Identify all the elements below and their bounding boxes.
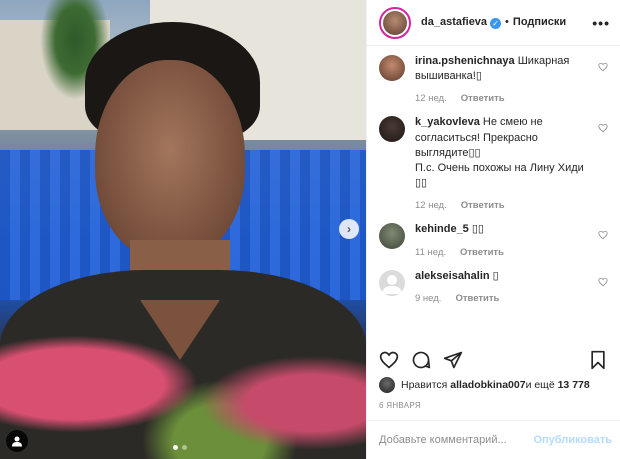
- liker-avatar[interactable]: [379, 377, 395, 393]
- photo-face: [95, 60, 245, 260]
- like-heart-icon[interactable]: [379, 350, 399, 370]
- user-icon: [12, 436, 22, 447]
- carousel-dot: [173, 445, 178, 450]
- publish-button[interactable]: Опубликовать: [533, 434, 612, 446]
- likes-count[interactable]: 13 778: [558, 379, 590, 391]
- reply-button[interactable]: Ответить: [461, 199, 505, 212]
- comment-item: k_yakovleva Не смею не согласиться! Прек…: [379, 115, 608, 212]
- commenter-username[interactable]: irina.pshenichnaya: [415, 55, 515, 67]
- carousel-dots: [173, 445, 187, 450]
- post-header: da_astafieva ✓ • Подписки •••: [367, 0, 620, 46]
- comment-input[interactable]: [379, 434, 534, 446]
- commenter-username[interactable]: k_yakovleva: [415, 116, 480, 128]
- liker-username[interactable]: alladobkina007: [450, 379, 525, 391]
- following-button[interactable]: Подписки: [513, 16, 566, 28]
- default-avatar-icon: [382, 274, 402, 294]
- heart-icon[interactable]: [598, 62, 608, 72]
- header-separator: •: [505, 16, 509, 28]
- commenter-avatar[interactable]: [379, 116, 405, 143]
- comment-time[interactable]: 12 нед.: [415, 92, 447, 105]
- author-info: da_astafieva ✓ • Подписки: [421, 16, 566, 29]
- next-photo-button[interactable]: ›: [339, 219, 359, 239]
- comment-text: ▯: [492, 269, 499, 282]
- comment-time[interactable]: 12 нед.: [415, 199, 447, 212]
- heart-icon[interactable]: [598, 123, 608, 133]
- more-options-icon[interactable]: •••: [592, 15, 610, 31]
- comment-item: kehinde_5 ▯▯ 11 нед. Ответить: [379, 222, 608, 258]
- comment-text: ▯▯: [471, 223, 484, 236]
- likes-prefix: Нравится: [401, 379, 448, 391]
- comment-icon[interactable]: [411, 350, 431, 370]
- commenter-username[interactable]: kehinde_5: [415, 223, 469, 235]
- bookmark-icon[interactable]: [588, 350, 608, 370]
- author-username[interactable]: da_astafieva: [421, 16, 487, 28]
- comment-item: alekseisahalin ▯ 9 нед. Ответить: [379, 269, 608, 305]
- reply-button[interactable]: Ответить: [455, 292, 499, 305]
- commenter-avatar[interactable]: [379, 223, 405, 250]
- likes-summary: Нравится alladobkina007 и ещё 13 778: [379, 377, 612, 393]
- author-avatar[interactable]: [379, 6, 411, 39]
- likes-middle: и ещё: [525, 379, 555, 391]
- commenter-username[interactable]: alekseisahalin: [415, 270, 490, 282]
- carousel-dot: [182, 445, 187, 450]
- verified-badge-icon: ✓: [490, 18, 502, 29]
- post-date[interactable]: 6 ЯНВАРЯ: [379, 401, 421, 410]
- tagged-users-button[interactable]: [6, 430, 28, 452]
- post-photo[interactable]: [0, 0, 366, 459]
- comment-time[interactable]: 9 нед.: [415, 292, 441, 305]
- reply-button[interactable]: Ответить: [460, 246, 504, 259]
- paper-plane-icon[interactable]: [443, 350, 463, 370]
- post-actions: [379, 345, 608, 375]
- photo-embroidered-shirt: [0, 270, 366, 459]
- commenter-avatar[interactable]: [379, 55, 405, 81]
- comments-list[interactable]: irina.pshenichnaya Шикарная вышиванка!▯ …: [367, 46, 620, 336]
- chevron-right-icon: ›: [347, 222, 351, 236]
- heart-icon[interactable]: [598, 277, 608, 287]
- post-side-panel: da_astafieva ✓ • Подписки ••• irina.pshenic…: [366, 0, 620, 459]
- reply-button[interactable]: Ответить: [461, 92, 505, 105]
- commenter-avatar[interactable]: [379, 269, 405, 296]
- comment-time[interactable]: 11 нед.: [415, 246, 446, 259]
- add-comment-bar: Опубликовать: [367, 420, 620, 459]
- comment-item: irina.pshenichnaya Шикарная вышиванка!▯ …: [379, 54, 608, 105]
- heart-icon[interactable]: [598, 230, 608, 240]
